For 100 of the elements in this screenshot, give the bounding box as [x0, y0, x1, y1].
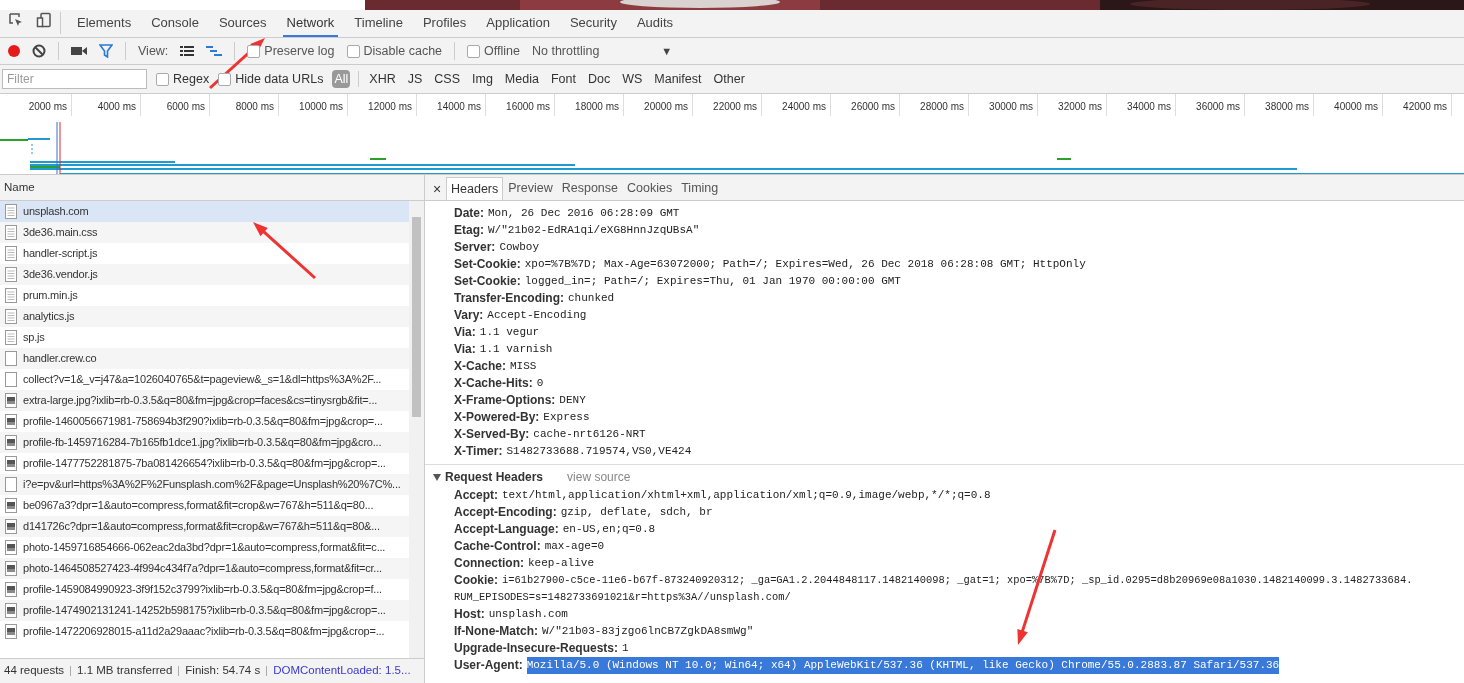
- type-filter[interactable]: WS: [620, 70, 645, 88]
- header-value: Express: [543, 410, 590, 425]
- request-name: photo-1459716854666-062eac2da3bd?dpr=1&auto=compress,format&fit=c...: [23, 540, 386, 556]
- header-value: MISS: [510, 359, 537, 374]
- type-filter[interactable]: Manifest: [652, 70, 704, 88]
- type-filter[interactable]: Img: [470, 70, 495, 88]
- close-button[interactable]: ×: [429, 178, 445, 200]
- panel-tab[interactable]: Elements: [73, 11, 136, 37]
- clear-icon[interactable]: [32, 44, 46, 58]
- panel-tab[interactable]: Audits: [632, 11, 678, 37]
- time-tick: 8000 ms: [235, 101, 274, 112]
- filter-field[interactable]: Filter: [2, 69, 147, 89]
- request-row[interactable]: analytics.js: [0, 306, 409, 327]
- header-name: X-Frame-Options:: [454, 392, 556, 409]
- request-row[interactable]: 3de36.vendor.js: [0, 264, 409, 285]
- request-row[interactable]: d141726c?dpr=1&auto=compress,format&fit=crop&w=767&h=511&q=80&...: [0, 516, 409, 537]
- column-header: Name: [4, 179, 35, 195]
- time-tick: 4000 ms: [97, 101, 136, 112]
- device-toolbar-icon[interactable]: [36, 12, 52, 28]
- disclosure-triangle[interactable]: [433, 473, 441, 481]
- waterfall-view-icon[interactable]: [206, 45, 223, 57]
- time-tick: 6000 ms: [166, 101, 205, 112]
- video-camera-icon[interactable]: [71, 45, 87, 57]
- header-value: W/"21b03-83jzgo6lnCB7ZgkDA8smWg": [542, 624, 754, 639]
- checkbox[interactable]: [156, 72, 169, 86]
- request-name: analytics.js: [23, 309, 75, 325]
- filter-icon[interactable]: [99, 44, 113, 58]
- request-name: unsplash.com: [23, 204, 89, 220]
- request-name: extra-large.jpg?ixlib=rb-0.3.5&q=80&fm=jpg&crop=faces&cs=tinysrgb&fit=...: [23, 393, 378, 409]
- header-name: Accept-Encoding:: [454, 504, 557, 521]
- time-tick: 12000 ms: [368, 101, 412, 112]
- panel-tab[interactable]: Profiles: [418, 11, 471, 37]
- request-row[interactable]: extra-large.jpg?ixlib=rb-0.3.5&q=80&fm=jpg&crop=faces&cs=tinysrgb&fit=...: [0, 390, 409, 411]
- checkbox[interactable]: [218, 72, 232, 86]
- list-view-icon[interactable]: [180, 45, 195, 57]
- type-filter[interactable]: Font: [548, 70, 578, 88]
- header-name: Accept-Language:: [454, 521, 559, 538]
- detail-tab[interactable]: Timing: [677, 177, 723, 200]
- request-name: i?e=pv&url=https%3A%2F%2Funsplash.com%2F&page=Unsplash%20%7C%...: [23, 477, 401, 493]
- header-value: W/"21b02-EdRA1qi/eXG8HnnJzqUBsA": [488, 223, 700, 238]
- panel-tab[interactable]: Sources: [214, 11, 271, 37]
- checkbox[interactable]: [467, 44, 481, 58]
- time-tick: 2000 ms: [28, 101, 67, 112]
- type-filter[interactable]: JS: [405, 70, 425, 88]
- time-tick: 10000 ms: [299, 101, 343, 112]
- type-filter[interactable]: Media: [502, 70, 541, 88]
- time-tick: 38000 ms: [1265, 101, 1309, 112]
- document-icon: [5, 309, 17, 324]
- request-row[interactable]: profile-1474902131241-14252b598175?ixlib=rb-0.3.5&q=80&fm=jpg&crop=...: [0, 600, 409, 621]
- view-source-link[interactable]: view source: [567, 468, 631, 486]
- detail-tab[interactable]: Headers: [446, 177, 504, 200]
- header-value: 1: [622, 641, 629, 656]
- document-icon: [5, 267, 17, 282]
- status-text: 1.1 MB transferred: [77, 663, 173, 679]
- checkbox-label: Preserve log: [264, 42, 335, 60]
- domcontentloaded-link[interactable]: DOMContentLoaded: 1.5...: [273, 662, 411, 680]
- request-row[interactable]: unsplash.com: [0, 201, 409, 222]
- status-text: 44 requests: [4, 663, 65, 679]
- panel-tab[interactable]: Security: [565, 11, 621, 37]
- request-row[interactable]: handler.crew.co: [0, 348, 409, 369]
- type-filter[interactable]: Doc: [585, 70, 613, 88]
- panel-tab[interactable]: Console: [147, 11, 203, 37]
- header-name: X-Served-By:: [454, 426, 530, 443]
- header-name: Cache-Control:: [454, 538, 541, 555]
- image-thumbnail-icon: [5, 582, 17, 597]
- request-name: profile-1472206928015-a11d2a29aaac?ixlib=rb-0.3.5&q=80&fm=jpg&crop=...: [23, 624, 385, 640]
- checkbox-label: Hide data URLs: [235, 70, 324, 88]
- type-filter[interactable]: Other: [711, 70, 747, 88]
- request-row[interactable]: profile-fb-1459716284-7b165fb1dce1.jpg?ixlib=rb-0.3.5&q=80&fm=jpg&cro...: [0, 432, 409, 453]
- time-tick: 14000 ms: [437, 101, 481, 112]
- detail-tab[interactable]: Preview: [504, 177, 557, 200]
- header-value: max-age=0: [544, 539, 605, 554]
- record-button[interactable]: [8, 45, 20, 57]
- time-tick: 28000 ms: [920, 101, 964, 112]
- blank-file-icon: [5, 351, 17, 366]
- request-name: photo-1464508527423-4f994c434f7a?dpr=1&auto=compress,format&fit=cr...: [23, 561, 382, 577]
- request-row[interactable]: i?e=pv&url=https%3A%2F%2Funsplash.com%2F&page=Unsplash%20%7C%...: [0, 474, 409, 495]
- request-name: prum.min.js: [23, 288, 78, 304]
- request-row[interactable]: 3de36.main.css: [0, 222, 409, 243]
- header-value: 1.1 varnish: [479, 342, 553, 357]
- detail-tab[interactable]: Response: [557, 177, 622, 200]
- time-tick: 34000 ms: [1127, 101, 1171, 112]
- request-name: profile-1477752281875-7ba081426654?ixlib=rb-0.3.5&q=80&fm=jpg&crop=...: [23, 456, 386, 472]
- checkbox[interactable]: [346, 44, 360, 58]
- type-filter[interactable]: CSS: [432, 70, 462, 88]
- time-tick: 20000 ms: [644, 101, 688, 112]
- header-name: X-Cache:: [454, 358, 506, 375]
- panel-tab[interactable]: Timeline: [350, 11, 407, 37]
- header-name: Set-Cookie:: [454, 273, 521, 290]
- detail-tab[interactable]: Cookies: [623, 177, 677, 200]
- time-tick: 36000 ms: [1196, 101, 1240, 112]
- throttling-dropdown[interactable]: No throttling ▼: [531, 41, 673, 61]
- request-name: profile-1474902131241-14252b598175?ixlib=rb-0.3.5&q=80&fm=jpg&crop=...: [23, 603, 386, 619]
- type-filter[interactable]: XHR: [367, 70, 398, 88]
- request-name: handler.crew.co: [23, 351, 97, 367]
- header-value: RUM_EPISODES=s=1482733691021&r=https%3A//unsplash.com/: [454, 590, 792, 605]
- inspect-icon[interactable]: [8, 12, 24, 28]
- section-title: Request Headers: [445, 469, 544, 486]
- request-row[interactable]: photo-1464508527423-4f994c434f7a?dpr=1&auto=compress,format&fit=cr...: [0, 558, 409, 579]
- panel-tab[interactable]: Application: [482, 11, 554, 37]
